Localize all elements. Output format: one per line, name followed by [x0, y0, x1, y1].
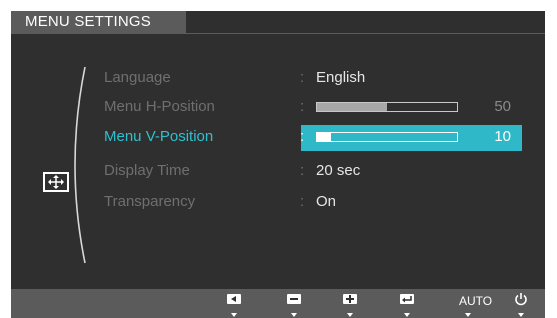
menu-item-label: Transparency: [104, 193, 196, 210]
footer-button-bar: AUTO: [11, 289, 545, 318]
chevron-down-icon: [347, 313, 353, 317]
chevron-down-icon: [404, 313, 410, 317]
separator: :: [300, 128, 305, 145]
menu-item-label: Language: [104, 69, 171, 86]
auto-button-label: AUTO: [459, 294, 493, 308]
menu-item-label: Menu V-Position: [104, 128, 214, 145]
chevron-down-icon: [291, 313, 297, 317]
chevron-down-icon: [231, 313, 237, 317]
osd-menu-window: MENU SETTINGS Language : English Menu H-…: [11, 11, 545, 318]
slider-value: 10: [494, 128, 511, 145]
monitor-position-icon[interactable]: [41, 169, 71, 195]
separator: :: [300, 193, 305, 210]
separator: :: [300, 98, 305, 115]
enter-button[interactable]: [399, 294, 415, 318]
menu-item-label: Menu H-Position: [104, 98, 215, 115]
left-arrow-button[interactable]: [226, 294, 242, 318]
h-position-slider[interactable]: [316, 102, 458, 112]
menu-item-value: On: [316, 193, 337, 210]
power-button[interactable]: [511, 293, 531, 318]
menu-item-value: 20 sec: [316, 162, 361, 179]
title-bar: MENU SETTINGS: [11, 11, 186, 33]
menu-title: MENU SETTINGS: [25, 13, 151, 30]
enter-icon: [400, 294, 414, 304]
slider-fill: [317, 103, 387, 111]
plus-icon: [343, 294, 357, 304]
separator: :: [300, 162, 305, 179]
v-position-slider[interactable]: [316, 132, 458, 142]
auto-button[interactable]: AUTO: [448, 294, 492, 318]
separator: :: [300, 69, 305, 86]
plus-button[interactable]: [342, 294, 358, 318]
minus-button[interactable]: [286, 294, 302, 318]
header-divider: [11, 33, 545, 34]
chevron-down-icon: [518, 313, 524, 317]
menu-item-label: Display Time: [104, 162, 190, 179]
power-icon: [515, 293, 527, 306]
slider-fill: [317, 133, 331, 141]
slider-value: 50: [494, 98, 511, 115]
menu-item-value: English: [316, 69, 366, 86]
minus-icon: [287, 294, 301, 304]
left-triangle-icon: [227, 294, 241, 304]
chevron-down-icon: [465, 313, 471, 317]
